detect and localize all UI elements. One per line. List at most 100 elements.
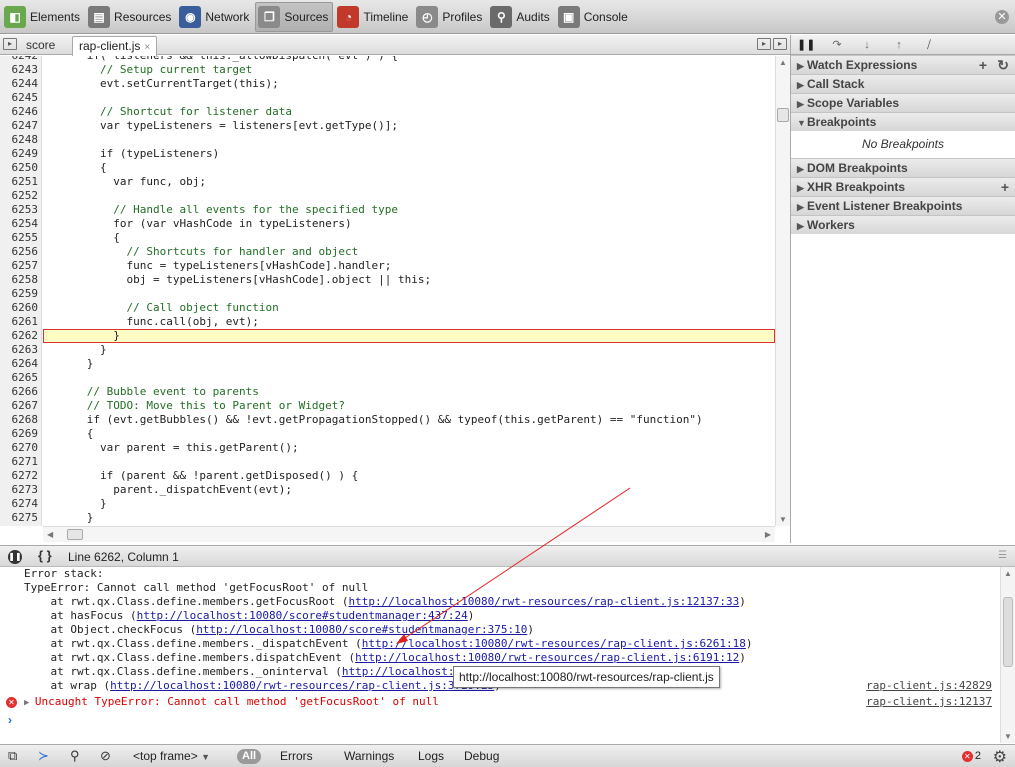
pause-on-exceptions-icon[interactable]: ❚❚ (8, 550, 22, 564)
console-output[interactable]: Error stack: TypeError: Cannot call metho… (0, 567, 1000, 743)
line-number[interactable]: 6270 (0, 441, 41, 455)
pane-breakpoints[interactable]: ▼Breakpoints (791, 112, 1015, 131)
add-icon[interactable]: + (1001, 178, 1009, 197)
console-source-ref[interactable]: rap-client.js:42829 (866, 679, 992, 692)
pause-icon[interactable]: ❚❚ (797, 38, 815, 52)
line-number[interactable]: 6248 (0, 133, 41, 147)
scroll-right-icon[interactable]: ▶ (765, 530, 771, 539)
code-line[interactable]: // Handle all events for the specified t… (43, 203, 775, 217)
tab-resources[interactable]: ▤ Resources (86, 2, 175, 32)
code-line[interactable] (43, 287, 775, 301)
code-editor[interactable]: if( listeners && this._allowDispatch( ev… (43, 56, 775, 526)
code-line[interactable]: } (43, 511, 775, 525)
filter-logs[interactable]: Logs (418, 749, 444, 763)
filter-debug[interactable]: Debug (464, 749, 499, 763)
search-icon[interactable]: ⚲ (70, 748, 80, 764)
code-line[interactable]: { (43, 427, 775, 441)
highlighted-code-line[interactable]: } (43, 329, 775, 343)
stack-frame-link[interactable]: http://localhost:10080/rwt-resources/rap… (362, 637, 746, 650)
stack-frame-link[interactable]: http://localhost:10080/score#studentmana… (196, 623, 527, 636)
line-number[interactable]: 6273 (0, 483, 41, 497)
pane-event-listener-breakpoints[interactable]: ▶ Event Listener Breakpoints (791, 196, 1015, 215)
line-number[interactable]: 6255 (0, 231, 41, 245)
code-line[interactable]: // Call object function (43, 301, 775, 315)
frame-selector[interactable]: <top frame> ▼ (133, 749, 210, 763)
line-number-gutter[interactable]: 6242624362446245624662476248624962506251… (0, 56, 42, 526)
code-line[interactable]: // Shortcut for listener data (43, 105, 775, 119)
tab-profiles[interactable]: ◴ Profiles (414, 2, 486, 32)
code-line[interactable]: func.call(obj, evt); (43, 315, 775, 329)
code-line[interactable] (43, 133, 775, 147)
console-scrollbar[interactable]: ▲ ▼ (1000, 567, 1015, 743)
line-number[interactable]: 6257 (0, 259, 41, 273)
code-line[interactable]: if (typeListeners) (43, 147, 775, 161)
line-number[interactable]: 6272 (0, 469, 41, 483)
pane-scope-variables[interactable]: ▶ Scope Variables (791, 93, 1015, 112)
add-icon[interactable]: + (979, 56, 987, 75)
code-line[interactable]: for (var vHashCode in typeListeners) (43, 217, 775, 231)
console-drawer-icon[interactable]: ≻ (38, 748, 49, 764)
clear-console-icon[interactable]: ⊘ (100, 748, 111, 764)
tab-console[interactable]: ▣ Console (556, 2, 632, 32)
line-number[interactable]: 6247 (0, 119, 41, 133)
console-scroll-up-icon[interactable]: ▲ (1004, 569, 1012, 578)
code-line[interactable]: // TODO: Move this to Parent or Widget? (43, 399, 775, 413)
scroll-left-icon[interactable]: ◀ (47, 530, 53, 539)
stack-frame-link[interactable]: http://localhost:10080/rwt-resources/rap… (355, 651, 739, 664)
line-number[interactable]: 6249 (0, 147, 41, 161)
toggle-debugger-icon[interactable]: ▸ (773, 38, 787, 50)
deactivate-breakpoints-icon[interactable]: ⧸ (921, 38, 937, 52)
filter-warnings[interactable]: Warnings (344, 749, 394, 763)
line-number[interactable]: 6263 (0, 343, 41, 357)
line-number[interactable]: 6267 (0, 399, 41, 413)
code-line[interactable]: } (43, 497, 775, 511)
code-line[interactable]: } (43, 357, 775, 371)
tab-audits[interactable]: ⚲ Audits (488, 2, 553, 32)
editor-horizontal-scrollbar[interactable]: ◀ ▶ (43, 526, 775, 542)
tab-elements[interactable]: ◧ Elements (2, 2, 84, 32)
line-number[interactable]: 6262 (0, 329, 41, 343)
code-line[interactable]: { (43, 161, 775, 175)
tab-rap-client[interactable]: rap-client.js × (72, 36, 158, 56)
line-number[interactable]: 6275 (0, 511, 41, 525)
editor-scroll-thumb[interactable] (777, 108, 789, 122)
code-line[interactable]: var parent = this.getParent(); (43, 441, 775, 455)
refresh-icon[interactable]: ↻ (997, 56, 1009, 75)
editor-tab-menu-icon[interactable]: ▸ (757, 38, 771, 50)
tab-sources[interactable]: ❐ Sources (255, 1, 334, 32)
line-number[interactable]: 6252 (0, 189, 41, 203)
line-number[interactable]: 6256 (0, 245, 41, 259)
code-line[interactable]: func = typeListeners[vHashCode].handler; (43, 259, 775, 273)
line-number[interactable]: 6251 (0, 175, 41, 189)
toggle-navigator-icon[interactable]: ▸ (3, 38, 17, 50)
filter-errors[interactable]: Errors (280, 749, 313, 763)
stack-frame-link[interactable]: http://localhost:10080/score#studentmana… (137, 609, 468, 622)
pretty-print-icon[interactable]: { } (38, 548, 52, 563)
line-number[interactable]: 6250 (0, 161, 41, 175)
line-number[interactable]: 6260 (0, 301, 41, 315)
console-scroll-down-icon[interactable]: ▼ (1004, 732, 1012, 741)
console-scroll-thumb[interactable] (1003, 597, 1013, 667)
line-number[interactable]: 6276 (0, 525, 41, 526)
step-over-icon[interactable]: ↷ (829, 38, 845, 52)
code-line[interactable]: // Shortcuts for handler and object (43, 245, 775, 259)
code-line[interactable]: obj = typeListeners[vHashCode].object ||… (43, 273, 775, 287)
filter-all[interactable]: All (237, 749, 262, 764)
line-number[interactable]: 6243 (0, 63, 41, 77)
resize-grip-icon[interactable]: ☰ (998, 550, 1007, 561)
line-number[interactable]: 6246 (0, 105, 41, 119)
code-line[interactable]: } (43, 343, 775, 357)
line-number[interactable]: 6245 (0, 91, 41, 105)
code-line[interactable]: var func, obj; (43, 175, 775, 189)
line-number[interactable]: 6265 (0, 371, 41, 385)
line-number[interactable]: 6264 (0, 357, 41, 371)
line-number[interactable]: 6271 (0, 455, 41, 469)
editor-vertical-scrollbar[interactable]: ▲ ▼ (775, 56, 790, 526)
error-count-badge[interactable]: ✕ 2 (961, 750, 981, 762)
line-number[interactable]: 6258 (0, 273, 41, 287)
close-tab-icon[interactable]: × (144, 42, 150, 53)
dock-icon[interactable]: ⧉ (8, 748, 17, 764)
code-line[interactable] (43, 455, 775, 469)
line-number[interactable]: 6268 (0, 413, 41, 427)
step-out-icon[interactable]: ↑ (891, 38, 907, 52)
